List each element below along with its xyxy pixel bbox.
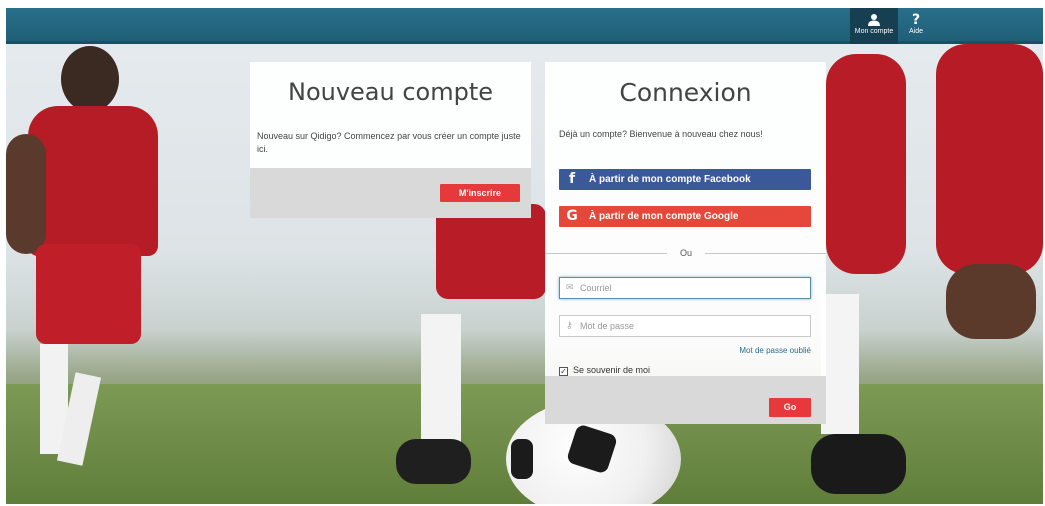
question-icon: ? [911,12,921,28]
divider-text: Ou [679,248,692,258]
login-description: Déjà un compte? Bienvenue à nouveau chez… [559,129,763,139]
divider-line-left [545,253,667,254]
new-account-title: Nouveau compte [287,78,494,106]
remember-me[interactable]: ✓ Se souvenir de moi [559,365,650,376]
remember-me-label: Se souvenir de moi [573,365,651,375]
user-icon [868,14,880,26]
top-navigation-bar: Mon compte ? Aide [6,8,1043,44]
or-divider: Ou [545,248,826,258]
forgot-password-link[interactable]: Mot de passe oublié [739,346,811,355]
envelope-icon: ✉ [566,282,574,292]
email-field[interactable]: ✉ [559,277,811,299]
divider-line-right [705,253,826,254]
google-icon: G [566,208,578,224]
my-account-button[interactable]: Mon compte [850,8,898,44]
email-input[interactable] [580,278,808,298]
new-account-panel: Nouveau compte Nouveau sur Qidigo? Comme… [250,62,531,218]
facebook-login-label: À partir de mon compte Facebook [589,174,751,185]
new-account-description: Nouveau sur Qidigo? Commencez par vous c… [257,131,521,154]
google-login-label: À partir de mon compte Google [589,211,739,222]
facebook-login-button[interactable]: f À partir de mon compte Facebook [559,169,811,190]
player-left-shorts [36,244,141,344]
player-far-right-body [936,44,1043,274]
app-frame: Mon compte ? Aide Nouveau compte Nouveau… [6,8,1043,504]
remember-me-checkbox[interactable]: ✓ [559,367,568,376]
player-center-sock [421,314,461,444]
help-label: Aide [908,28,923,35]
player-left-shirt [28,106,158,256]
my-account-label: Mon compte [854,28,894,35]
player-left-head [61,46,119,112]
player-far-right-leg [946,264,1036,339]
password-field[interactable]: ⚷ [559,315,811,337]
player-right-shoe [811,434,906,494]
soccer-ball-patch2 [511,439,533,479]
google-login-button[interactable]: G À partir de mon compte Google [559,206,811,227]
login-panel: Connexion Déjà un compte? Bienvenue à no… [545,62,826,424]
player-right-shirt [826,54,906,274]
player-center-shorts [436,204,546,299]
help-button[interactable]: ? Aide [902,8,930,44]
go-button[interactable]: Go [769,398,811,417]
password-input[interactable] [580,316,808,336]
player-left-arm [6,134,46,254]
player-right-sock [821,294,859,434]
login-title: Connexion [619,78,752,107]
key-icon: ⚷ [566,320,573,330]
facebook-icon: f [568,171,576,187]
player-center-shoe [396,439,471,484]
signup-button[interactable]: M'inscrire [440,184,520,202]
